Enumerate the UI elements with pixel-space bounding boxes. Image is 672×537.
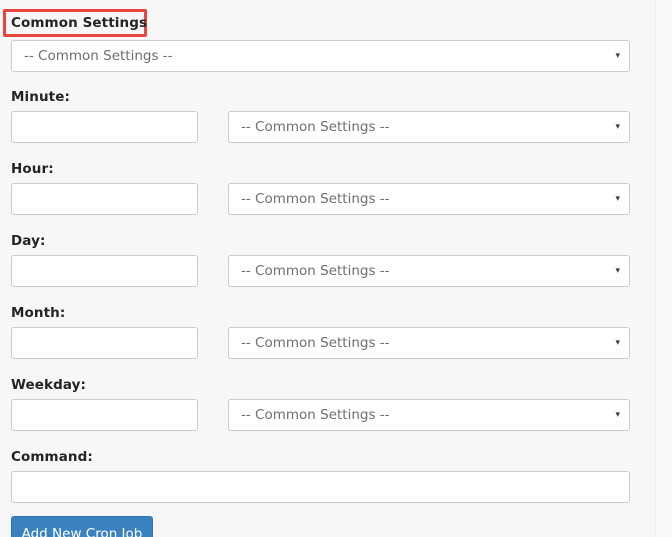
chevron-down-icon: ▾ [615, 266, 620, 276]
chevron-down-icon: ▾ [615, 122, 620, 132]
select-minute[interactable]: -- Common Settings -- ▾ [228, 111, 630, 143]
cron-job-form: Common Settings -- Common Settings -- ▾ … [0, 0, 655, 537]
select-minute-value: -- Common Settings -- [241, 119, 390, 135]
right-gutter [656, 0, 672, 537]
input-minute[interactable] [11, 111, 198, 143]
chevron-down-icon: ▾ [615, 194, 620, 204]
add-new-cron-job-button[interactable]: Add New Cron Job [11, 516, 153, 537]
select-day[interactable]: -- Common Settings -- ▾ [228, 255, 630, 287]
page-title: Common Settings [11, 15, 148, 31]
input-hour[interactable] [11, 183, 198, 215]
select-month[interactable]: -- Common Settings -- ▾ [228, 327, 630, 359]
label-month: Month: [11, 305, 66, 321]
input-command[interactable] [11, 471, 630, 503]
select-month-value: -- Common Settings -- [241, 335, 390, 351]
input-month[interactable] [11, 327, 198, 359]
label-hour: Hour: [11, 161, 54, 177]
select-hour-value: -- Common Settings -- [241, 191, 390, 207]
select-day-value: -- Common Settings -- [241, 263, 390, 279]
common-settings-select[interactable]: -- Common Settings -- ▾ [11, 40, 630, 72]
add-new-cron-job-button-label: Add New Cron Job [21, 526, 143, 537]
select-weekday-value: -- Common Settings -- [241, 407, 390, 423]
input-day[interactable] [11, 255, 198, 287]
select-weekday[interactable]: -- Common Settings -- ▾ [228, 399, 630, 431]
chevron-down-icon: ▾ [615, 51, 620, 61]
label-minute: Minute: [11, 89, 70, 105]
chevron-down-icon: ▾ [615, 338, 620, 348]
label-command: Command: [11, 449, 93, 465]
label-weekday: Weekday: [11, 377, 87, 393]
cron-job-form-page: Common Settings -- Common Settings -- ▾ … [0, 0, 672, 537]
common-settings-select-value: -- Common Settings -- [24, 48, 173, 64]
chevron-down-icon: ▾ [615, 410, 620, 420]
label-day: Day: [11, 233, 46, 249]
input-weekday[interactable] [11, 399, 198, 431]
select-hour[interactable]: -- Common Settings -- ▾ [228, 183, 630, 215]
